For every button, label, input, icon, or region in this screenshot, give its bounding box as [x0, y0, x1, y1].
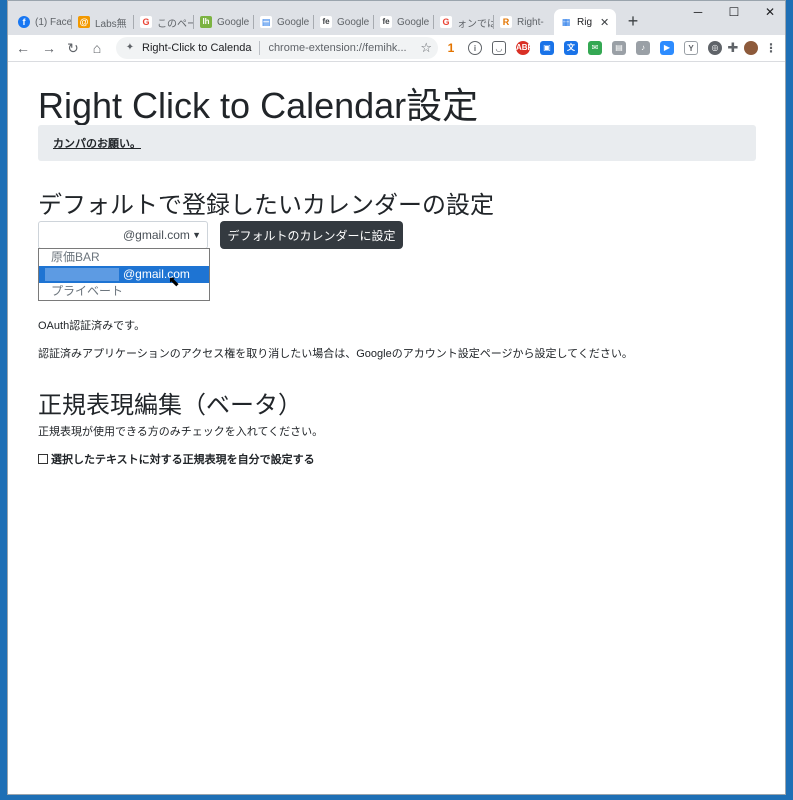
minimize-icon[interactable]: ─ [688, 5, 708, 19]
regex-checkbox-row[interactable]: 選択したテキストに対する正規表現を自分で設定する [38, 451, 315, 467]
calendar-option[interactable]: プライベート [39, 283, 209, 300]
regex-checkbox[interactable] [38, 454, 48, 464]
page-title: Right Click to Calendar設定 [38, 85, 479, 126]
facebook-icon: f [18, 16, 30, 28]
google-icon: G [140, 16, 152, 28]
select-value: @gmail.com [123, 228, 190, 242]
tab-label: Google [277, 16, 310, 28]
tab-label: Labs無 [95, 18, 127, 30]
tab-label: Google [337, 16, 370, 28]
back-icon[interactable]: ← [14, 39, 32, 57]
tab-0[interactable]: f (1) Face [12, 9, 72, 35]
site-label: Right-Click to Calenda [142, 42, 252, 54]
extension-blue-icon[interactable]: ▣ [540, 41, 554, 55]
regex-note-text: 正規表現が使用できる方のみチェックを入れてください。 [38, 426, 324, 438]
browser-toolbar: ← → ↻ ⌂ ✦ Right-Click to Calenda chrome-… [8, 35, 785, 62]
redacted-email [45, 268, 119, 281]
reload-icon[interactable]: ↻ [64, 39, 82, 57]
url-text: chrome-extension://femihk... [268, 42, 407, 54]
avatar[interactable] [744, 41, 758, 55]
chevron-down-icon: ▼ [192, 230, 201, 240]
fe-icon: fe [320, 16, 332, 28]
yahoo-icon[interactable]: Y [684, 41, 698, 55]
set-default-calendar-button[interactable]: デフォルトのカレンダーに設定 [220, 221, 403, 249]
extensions-puzzle-icon[interactable]: ✚ [726, 41, 740, 55]
extension-green-icon[interactable]: ✉ [588, 41, 602, 55]
tab-6[interactable]: fe Google [374, 9, 434, 35]
browser-window: f (1) Face @ Labs無 G このペー lh Google ▤ Go… [7, 0, 786, 795]
donation-alert: カンパのお願い。 [38, 125, 756, 161]
tab-active[interactable]: ▦ Rig ✕ [554, 9, 616, 35]
calendar-option[interactable]: 原価BAR [39, 249, 209, 266]
google-icon: G [440, 16, 452, 28]
extension-gray-icon[interactable]: ▤ [612, 41, 626, 55]
slides-icon: ▤ [260, 16, 272, 28]
regex-checkbox-label: 選択したテキストに対する正規表現を自分で設定する [51, 454, 315, 466]
right-click-icon: R [500, 16, 512, 28]
oauth-status-text: OAuth認証済みです。 [38, 320, 146, 332]
revoke-note-text: 認証済みアプリケーションのアクセス権を取り消したい場合は、Googleのアカウン… [38, 348, 633, 360]
tab-2[interactable]: G このペー [134, 9, 194, 35]
info-icon[interactable]: i [468, 41, 482, 55]
menu-kebab-icon[interactable]: ⋮ [764, 41, 778, 55]
adblock-icon[interactable]: ABP [516, 41, 533, 55]
option-label: @gmail.com [123, 267, 190, 281]
default-calendar-heading: デフォルトで登録したいカレンダーの設定 [38, 192, 494, 219]
tab-5[interactable]: fe Google [314, 9, 374, 35]
donation-link[interactable]: カンパのお願い。 [53, 138, 141, 150]
calendar-option-selected[interactable]: @gmail.com [39, 266, 209, 283]
tab-label: Rig [577, 16, 593, 28]
tab-1[interactable]: @ Labs無 [72, 9, 134, 35]
home-icon[interactable]: ⌂ [88, 39, 106, 57]
mouse-cursor-icon: ⬉ [168, 273, 180, 289]
tab-7[interactable]: G ォンでは [434, 9, 494, 35]
sheets-icon: lh [200, 16, 212, 28]
pocket-icon[interactable]: ◡ [492, 41, 506, 55]
compass-icon[interactable]: ◎ [708, 41, 722, 55]
tab-close-icon[interactable]: ✕ [600, 16, 609, 29]
calendar-dropdown-list: 原価BAR @gmail.com プライベート [38, 248, 210, 301]
tab-label: Google [217, 16, 250, 28]
close-window-icon[interactable]: ✕ [760, 5, 780, 19]
calendar-select[interactable]: @gmail.com ▼ [38, 221, 208, 249]
tab-8[interactable]: R Right- [494, 9, 554, 35]
address-bar[interactable]: ✦ Right-Click to Calenda chrome-extensio… [116, 37, 438, 59]
extension-puzzle-icon: ✦ [125, 42, 135, 53]
music-icon[interactable]: ♪ [636, 41, 650, 55]
zoom-icon[interactable]: ▶ [660, 41, 674, 55]
maximize-icon[interactable]: ☐ [724, 5, 744, 19]
tab-3[interactable]: lh Google [194, 9, 254, 35]
new-tab-button[interactable]: + [623, 11, 643, 31]
tab-label: (1) Face [35, 16, 72, 28]
tab-label: このペー [157, 18, 194, 30]
tab-strip: f (1) Face @ Labs無 G このペー lh Google ▤ Go… [8, 1, 785, 35]
translate-icon[interactable]: 文 [564, 41, 578, 55]
tab-4[interactable]: ▤ Google [254, 9, 314, 35]
calendar-icon: ▦ [560, 16, 572, 28]
tab-label: Google [397, 16, 430, 28]
labs-icon: @ [78, 16, 90, 28]
extension-badge-icon[interactable]: 1 [444, 41, 458, 55]
desktop-background-left [0, 0, 7, 800]
fe-icon: fe [380, 16, 392, 28]
redacted-email [45, 228, 119, 242]
forward-icon[interactable]: → [40, 39, 58, 57]
tab-label: Right- [517, 16, 544, 28]
page-content: Right Click to Calendar設定 カンパのお願い。 デフォルト… [8, 63, 785, 794]
bookmark-star-icon[interactable]: ☆ [420, 40, 432, 56]
regex-heading: 正規表現編集（ベータ） [38, 392, 302, 419]
tab-label: ォンでは [457, 18, 494, 30]
